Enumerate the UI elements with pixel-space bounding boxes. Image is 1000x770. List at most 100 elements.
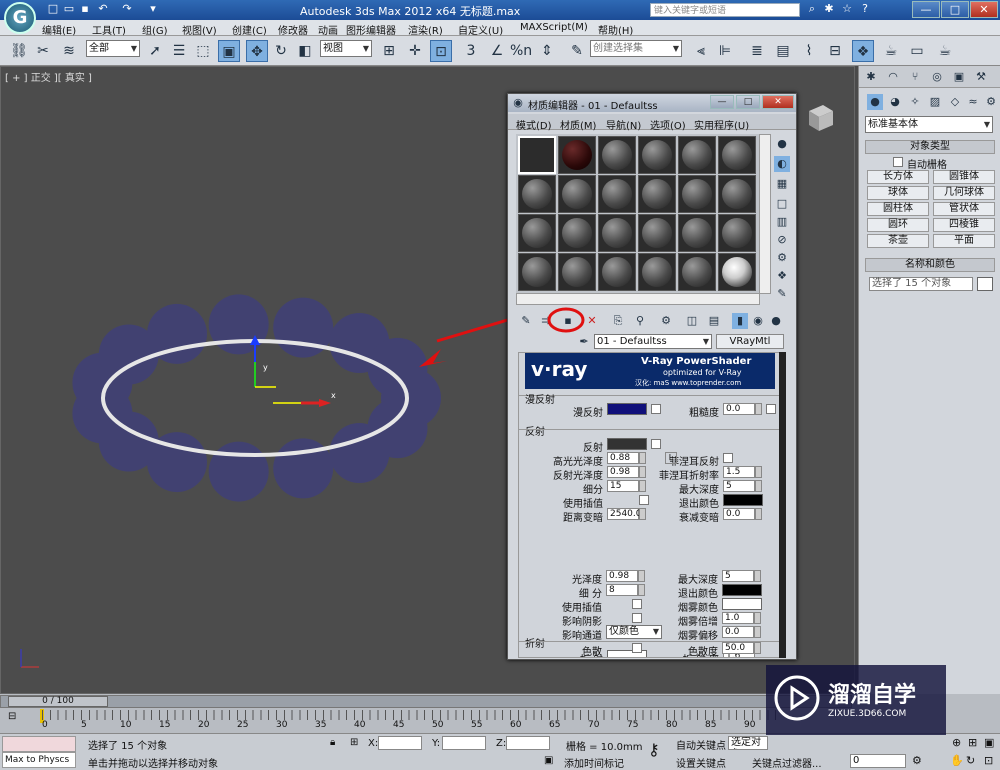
object-type-rollout[interactable]: 对象类型 — [865, 140, 995, 154]
refract-affect-right-spinner[interactable] — [754, 626, 761, 638]
refract-subdivs-field[interactable]: 8 — [606, 584, 638, 596]
me-close-button[interactable]: ✕ — [762, 95, 794, 109]
redo-icon[interactable]: ↷ — [120, 2, 134, 16]
material-sample-slot[interactable] — [678, 253, 716, 291]
y-coordinate-field[interactable] — [442, 736, 486, 750]
named-selection-dropdown[interactable]: 创建选择集 — [590, 40, 682, 57]
backlight-icon[interactable]: ◐ — [774, 156, 790, 172]
time-slider-track[interactable] — [0, 695, 852, 708]
me-menu-3[interactable]: 选项(O) — [650, 117, 686, 132]
key-filters-button[interactable]: 关键点过滤器... — [752, 755, 822, 770]
select-object-icon[interactable]: ➚ — [144, 40, 166, 62]
refract-shadows-right-field[interactable]: 1.0 — [722, 612, 754, 624]
dim-distance-right-field[interactable]: 0.0 — [723, 508, 755, 520]
schematic-view-icon[interactable]: ⊟ — [824, 40, 846, 62]
roughness-spinner[interactable] — [755, 403, 762, 415]
material-sample-slot[interactable] — [518, 253, 556, 291]
curve-editor-icon[interactable]: ⌇ — [798, 40, 820, 62]
lock-selection-icon[interactable]: 🔒︎ — [330, 737, 335, 748]
create-button-5[interactable]: 管状体 — [933, 202, 995, 216]
me-menu-1[interactable]: 材质(M) — [560, 117, 596, 132]
quick-access-dropdown-icon[interactable]: ▾ — [146, 2, 160, 16]
create-button-0[interactable]: 长方体 — [867, 170, 929, 184]
reflect-subdivs-right-spinner[interactable] — [755, 480, 762, 492]
time-slider-thumb[interactable]: 0 / 100 — [8, 696, 108, 707]
go-to-parent-icon[interactable]: ▮ — [732, 313, 748, 329]
menu-7[interactable]: 图形编辑器 — [346, 22, 396, 37]
reflect-glossiness-spinner[interactable] — [639, 466, 646, 478]
menu-8[interactable]: 渲染(R) — [408, 22, 443, 37]
reflect-glossiness-right-spinner[interactable] — [755, 466, 762, 478]
sample-type-icon[interactable]: ● — [774, 136, 790, 152]
material-sample-slot[interactable] — [638, 136, 676, 174]
show-shaded-map-icon[interactable]: ◫ — [684, 313, 700, 329]
create-button-7[interactable]: 四棱锥 — [933, 218, 995, 232]
motion-tab-icon[interactable]: ◎ — [929, 69, 945, 85]
hierarchy-tab-icon[interactable]: ⑂ — [907, 69, 923, 85]
dispersion-right-field[interactable]: 50.0 — [722, 642, 754, 654]
params-scrollbar[interactable] — [779, 352, 786, 658]
roughness-map-button[interactable] — [766, 404, 776, 414]
time-config-icon[interactable]: ⚙ — [912, 754, 922, 767]
material-sample-slot[interactable] — [558, 136, 596, 174]
add-time-tag[interactable]: 添加时间标记 — [564, 755, 624, 770]
go-forward-sibling-icon[interactable]: ◉ — [750, 313, 766, 329]
shapes-icon[interactable]: ◕ — [887, 94, 903, 110]
cameras-icon[interactable]: ▨ — [927, 94, 943, 110]
material-sample-slot[interactable] — [558, 253, 596, 291]
create-button-8[interactable]: 茶壶 — [867, 234, 929, 248]
material-sample-slot[interactable] — [678, 136, 716, 174]
link-icon[interactable]: ⛓ — [8, 40, 30, 62]
me-minimize-button[interactable]: — — [710, 95, 734, 109]
systems-icon[interactable]: ⚙ — [983, 94, 999, 110]
selection-filter-dropdown[interactable]: 全部 — [86, 40, 140, 57]
video-color-check-icon[interactable]: ▥ — [774, 214, 790, 230]
search-icon[interactable]: ⌕ — [805, 2, 819, 16]
create-button-2[interactable]: 球体 — [867, 186, 929, 200]
material-sample-slot[interactable] — [558, 214, 596, 252]
material-sample-slot[interactable] — [598, 253, 636, 291]
save-icon[interactable]: ▪ — [78, 2, 92, 16]
material-sample-slot[interactable] — [518, 214, 556, 252]
communication-icon[interactable]: ☆ — [840, 2, 854, 16]
diffuse-color-swatch[interactable] — [607, 403, 647, 415]
material-sample-slot[interactable] — [718, 253, 756, 291]
hilight-glossiness-spinner[interactable] — [639, 452, 646, 464]
lights-icon[interactable]: ✧ — [907, 94, 923, 110]
graphite-ribbon-icon[interactable]: ▤ — [772, 40, 794, 62]
material-sample-slot[interactable] — [718, 214, 756, 252]
select-by-name-icon[interactable]: ☰ — [168, 40, 190, 62]
snap-3d-icon[interactable]: 3 — [460, 40, 482, 62]
refract-subdivs-spinner[interactable] — [638, 584, 645, 596]
align-icon[interactable]: ⊫ — [714, 40, 736, 62]
menu-11[interactable]: 帮助(H) — [598, 22, 633, 37]
hilight-glossiness-field[interactable]: 0.88 — [607, 452, 639, 464]
maximize-viewport-icon[interactable]: ⊡ — [984, 754, 993, 767]
new-icon[interactable]: □ — [46, 2, 60, 16]
material-map-icon[interactable]: ● — [768, 313, 784, 329]
maximize-button[interactable]: □ — [941, 1, 969, 18]
show-end-result-icon[interactable]: ▤ — [706, 313, 722, 329]
create-button-9[interactable]: 平面 — [933, 234, 995, 248]
transform-mode-icon[interactable]: ⊞ — [350, 737, 358, 748]
reset-map-icon[interactable]: ✕ — [584, 313, 600, 329]
reflect-subdivs-field[interactable]: 15 — [607, 480, 639, 492]
material-sample-slot[interactable] — [678, 175, 716, 213]
help-icon[interactable]: ? — [858, 2, 872, 16]
material-sample-slot[interactable] — [598, 175, 636, 213]
z-coordinate-field[interactable] — [506, 736, 550, 750]
material-id-channel-icon[interactable]: ⚙ — [658, 313, 674, 329]
helpers-icon[interactable]: ◇ — [947, 94, 963, 110]
material-sample-slot[interactable] — [718, 175, 756, 213]
reflect-interp-checkbox[interactable] — [639, 495, 649, 505]
pivot-center-icon[interactable]: ⊞ — [378, 40, 400, 62]
refract-gloss-right-spinner[interactable] — [754, 570, 761, 582]
me-menu-2[interactable]: 导航(N) — [606, 117, 641, 132]
object-category-dropdown[interactable]: 标准基本体 — [865, 116, 993, 133]
minimize-button[interactable]: — — [912, 1, 940, 18]
display-tab-icon[interactable]: ▣ — [951, 69, 967, 85]
select-manipulate-icon[interactable]: ✛ — [404, 40, 426, 62]
zoom-all-icon[interactable]: ⊞ — [968, 736, 977, 749]
make-unique-icon[interactable]: ⎘ — [610, 313, 626, 329]
sphere-object[interactable] — [208, 441, 269, 502]
